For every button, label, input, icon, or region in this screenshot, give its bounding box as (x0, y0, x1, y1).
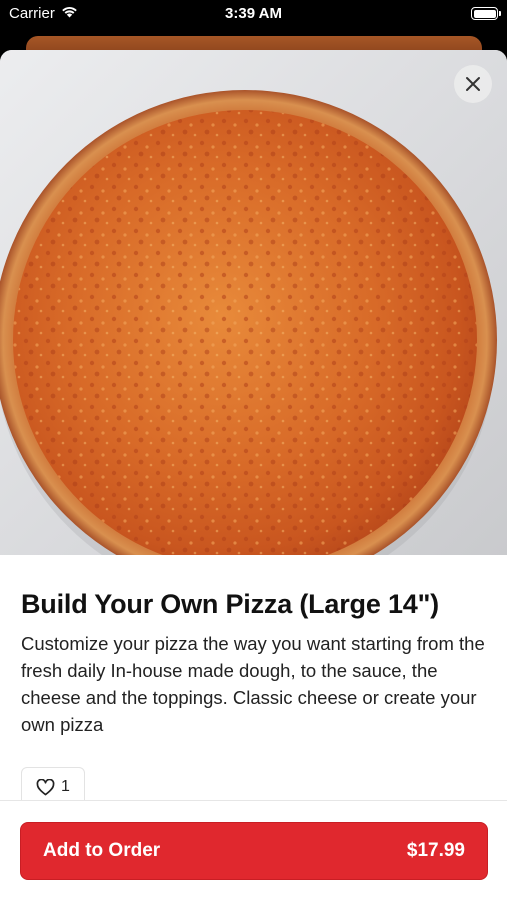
heart-icon (36, 778, 55, 795)
add-to-order-label: Add to Order (43, 840, 161, 861)
pizza-photo (0, 90, 497, 555)
item-title: Build Your Own Pizza (Large 14") (21, 589, 439, 619)
close-button[interactable] (454, 65, 492, 103)
footer-bar: Add to Order $17.99 (0, 800, 507, 900)
battery-icon (471, 7, 501, 20)
add-to-order-button[interactable]: Add to Order $17.99 (20, 822, 488, 880)
item-info: Build Your Own Pizza (Large 14") Customi… (0, 589, 507, 807)
like-count: 1 (61, 778, 70, 795)
status-bar: Carrier 3:39 AM (0, 0, 507, 30)
item-price: $17.99 (406, 840, 465, 861)
status-time: 3:39 AM (225, 5, 282, 22)
app-screen: Carrier 3:39 AM Build Your Own Pizza (La… (0, 0, 507, 900)
item-description: Customize your pizza the way you want st… (21, 633, 485, 735)
item-image (0, 50, 507, 555)
item-detail-sheet: Build Your Own Pizza (Large 14") Customi… (0, 50, 507, 900)
close-icon (466, 77, 480, 91)
